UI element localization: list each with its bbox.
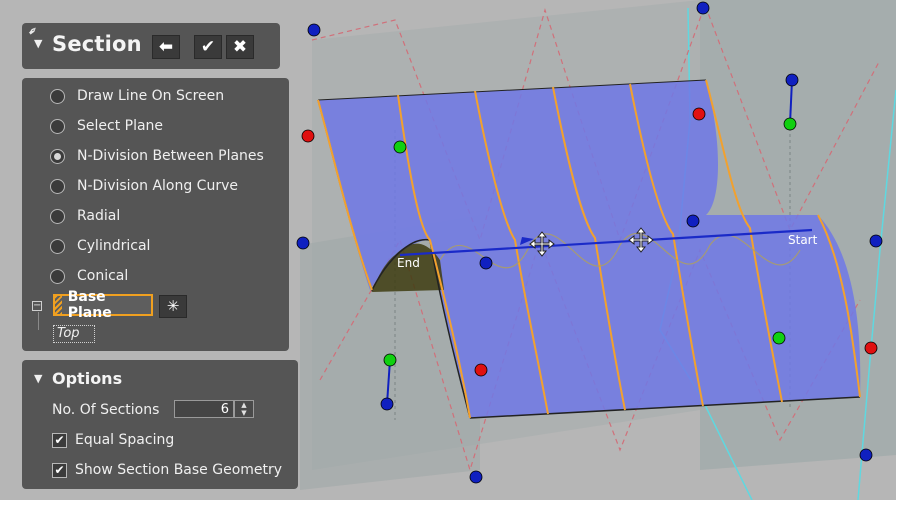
triangle-down-icon[interactable]: ▼: [34, 37, 42, 50]
radio-button[interactable]: [50, 238, 65, 254]
options-title: Options: [52, 369, 123, 388]
asterisk-icon: ✳: [166, 297, 180, 315]
radio-radial[interactable]: Radial: [50, 204, 120, 228]
control-point-red[interactable]: [474, 363, 488, 377]
radio-button[interactable]: [50, 208, 65, 224]
control-point-green[interactable]: [772, 331, 786, 345]
arrow-left-icon: ⬅: [158, 37, 174, 57]
screenshot-frame: End Start ✒ ▼ Section ⬅ ✔ ✖ Draw Line On…: [0, 0, 896, 500]
radio-button-selected[interactable]: [50, 148, 65, 164]
radio-n-division-between-planes[interactable]: N-Division Between Planes: [50, 144, 264, 168]
triangle-down-icon[interactable]: ▼: [34, 372, 42, 385]
back-button[interactable]: ⬅: [152, 35, 180, 59]
radio-button[interactable]: [50, 178, 65, 194]
ok-button[interactable]: ✔: [194, 35, 222, 59]
asterisk-button[interactable]: ✳: [159, 295, 187, 318]
base-plane-button[interactable]: Base Plane: [53, 289, 153, 321]
collapse-tree-icon[interactable]: −: [32, 301, 42, 311]
start-label: Start: [788, 233, 818, 247]
hatch-icon: [55, 296, 62, 314]
radio-label: Select Plane: [77, 118, 164, 134]
chevron-down-icon[interactable]: ▼: [235, 409, 253, 417]
radio-n-division-along-curve[interactable]: N-Division Along Curve: [50, 174, 238, 198]
radio-label: Conical: [77, 268, 129, 284]
equal-spacing-checkbox-row[interactable]: ✔ Equal Spacing: [52, 430, 174, 450]
show-geometry-checkbox[interactable]: ✔: [52, 462, 67, 478]
chevron-up-icon[interactable]: ▲: [235, 401, 253, 409]
close-icon: ✖: [232, 37, 248, 57]
section-title-panel: ✒ ▼ Section ⬅ ✔ ✖: [22, 22, 280, 69]
control-point-green[interactable]: [393, 140, 407, 154]
radio-select-plane[interactable]: Select Plane: [50, 114, 163, 138]
radio-label: N-Division Between Planes: [77, 148, 264, 164]
check-icon: ✔: [200, 37, 216, 57]
radio-cylindrical[interactable]: Cylindrical: [50, 234, 150, 258]
section-method-panel: Draw Line On Screen Select Plane N-Divis…: [22, 78, 289, 351]
base-plane-value[interactable]: Top: [53, 325, 95, 343]
radio-label: Cylindrical: [77, 238, 151, 254]
sections-input[interactable]: [174, 400, 234, 418]
control-point-blue[interactable]: [686, 214, 700, 228]
control-point-red[interactable]: [692, 107, 706, 121]
options-panel: ▼ Options No. Of Sections ▲ ▼ ✔ Equal Sp…: [22, 360, 298, 489]
control-point-green[interactable]: [783, 117, 797, 131]
cancel-button[interactable]: ✖: [226, 35, 254, 59]
control-point-blue[interactable]: [479, 256, 493, 270]
control-point-red[interactable]: [301, 129, 315, 143]
equal-spacing-label: Equal Spacing: [75, 432, 175, 448]
control-point-blue[interactable]: [307, 23, 321, 37]
control-point-red[interactable]: [864, 341, 878, 355]
control-point-blue[interactable]: [380, 397, 394, 411]
control-point-green[interactable]: [383, 353, 397, 367]
radio-label: Draw Line On Screen: [77, 88, 225, 104]
control-point-blue[interactable]: [696, 1, 710, 15]
base-plane-label: Base Plane: [67, 289, 112, 321]
control-point-blue[interactable]: [869, 234, 883, 248]
show-geometry-checkbox-row[interactable]: ✔ Show Section Base Geometry: [52, 460, 282, 480]
radio-label: Radial: [77, 208, 121, 224]
control-point-blue[interactable]: [296, 236, 310, 250]
panel-title: Section: [52, 32, 142, 56]
sections-label: No. Of Sections: [52, 402, 160, 418]
radio-button[interactable]: [50, 88, 65, 104]
radio-button[interactable]: [50, 268, 65, 284]
radio-label: N-Division Along Curve: [77, 178, 238, 194]
radio-draw-line-on-screen[interactable]: Draw Line On Screen: [50, 84, 224, 108]
control-point-blue[interactable]: [785, 73, 799, 87]
sections-stepper[interactable]: ▲ ▼: [234, 400, 254, 418]
control-point-blue[interactable]: [859, 448, 873, 462]
radio-button[interactable]: [50, 118, 65, 134]
control-point-blue[interactable]: [469, 470, 483, 484]
equal-spacing-checkbox[interactable]: ✔: [52, 432, 67, 448]
end-label: End: [397, 256, 420, 270]
radio-conical[interactable]: Conical: [50, 264, 128, 288]
show-geometry-label: Show Section Base Geometry: [75, 462, 283, 478]
tree-connector: [38, 312, 39, 330]
